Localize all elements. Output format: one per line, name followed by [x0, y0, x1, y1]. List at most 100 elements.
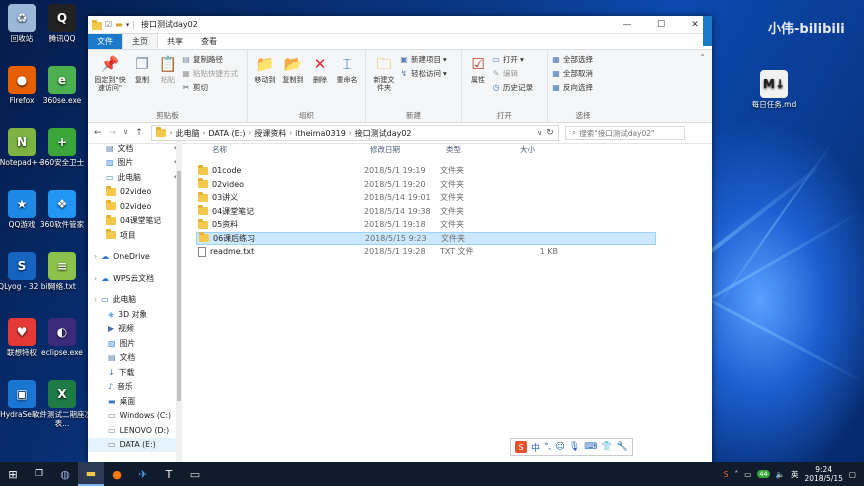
keyboard-icon[interactable]: ⌨ [584, 442, 597, 452]
nav-item[interactable]: ♪ 音乐 [88, 380, 182, 395]
collapse-ribbon-icon[interactable]: ⌃ [699, 53, 706, 62]
copy-path-button[interactable]: ▤ 复制路径 [181, 54, 238, 65]
ime-mode-toggle[interactable]: 中 [531, 441, 540, 454]
nav-item[interactable]: › ▭ 此电脑 [88, 293, 182, 308]
nav-item[interactable]: ▬ 桌面 [88, 394, 182, 409]
taskbar-typora-icon[interactable]: T [156, 462, 182, 486]
desktop-icon-eclipse[interactable]: ◐ eclipse.exe [32, 318, 92, 357]
taskbar-sogou-icon[interactable]: ◍ [52, 462, 78, 486]
desktop-icon-qq[interactable]: Q 腾讯QQ [32, 4, 92, 43]
title-bar[interactable]: ☑ ▬ ▾ | 接口测试day02 — ☐ ✕ [88, 16, 712, 34]
nav-item[interactable]: ▨图片✦ [88, 156, 182, 171]
dropdown-icon[interactable]: ▾ [126, 21, 130, 29]
notification-icon[interactable]: ▢ [849, 470, 856, 479]
breadcrumb-data-e[interactable]: DATA (E:) [205, 129, 248, 138]
nav-item[interactable]: ▭ Windows (C:) [88, 409, 182, 424]
tab-file[interactable]: 文件 [88, 34, 122, 49]
chevron-right-icon[interactable]: › [94, 274, 97, 283]
breadcrumb-this-pc[interactable]: 此电脑 [173, 128, 203, 139]
up-arrow-icon[interactable]: ↑ [135, 128, 143, 138]
search-input[interactable]: ⌕ 搜索"接口测试day02" [564, 126, 685, 140]
desktop-icon-mdfile[interactable]: M↓ 每日任务.md [744, 70, 804, 109]
tools-icon[interactable]: 🔧 [616, 442, 627, 452]
nav-item[interactable]: 04课堂笔记 [88, 214, 182, 229]
tab-home[interactable]: 主页 [122, 33, 158, 49]
refresh-icon[interactable]: ↻ [546, 128, 554, 138]
taskbar-terminal-icon[interactable]: ▭ [182, 462, 208, 486]
skin-icon[interactable]: 👕 [601, 442, 612, 452]
address-path[interactable]: › 此电脑 › DATA (E:) › 授课资料 › itheima0319 ›… [150, 125, 559, 141]
breadcrumb-current[interactable]: 接口测试day02 [352, 128, 415, 139]
back-arrow-icon[interactable]: ← [94, 128, 102, 138]
nav-scroll-thumb[interactable] [177, 171, 181, 401]
paste-shortcut-button[interactable]: ▦ 粘贴快捷方式 [181, 68, 238, 79]
tray-network-icon[interactable]: ▭ [744, 470, 751, 479]
column-type[interactable]: 类型 [446, 144, 461, 155]
forward-arrow-icon[interactable]: → [109, 128, 117, 138]
nav-item[interactable]: ↓ 下载 [88, 365, 182, 380]
nav-item[interactable]: ◈ 3D 对象 [88, 307, 182, 322]
file-row[interactable]: readme.txt 2018/5/1 19:28 TXT 文件 1 KB [196, 245, 656, 258]
breadcrumb-itheima[interactable]: itheima0319 [292, 129, 349, 138]
desktop-icon-soft360[interactable]: ❖ 360软件管家 [32, 190, 92, 229]
open-button[interactable]: ▭ 打开 ▾ [491, 54, 533, 65]
taskbar-feiq-icon[interactable]: ✈ [130, 462, 156, 486]
file-row[interactable]: 06课后练习 2018/5/15 9:23 文件夹 [196, 231, 656, 245]
nav-item[interactable]: ▭此电脑✦ [88, 170, 182, 185]
clock[interactable]: 9:24 2018/5/15 [804, 465, 842, 483]
tab-view[interactable]: 查看 [192, 34, 226, 49]
invert-selection-button[interactable]: ▦ 反向选择 [551, 82, 593, 93]
voice-icon[interactable]: 🎙 [569, 442, 580, 452]
tray-badge[interactable]: 44 [757, 470, 770, 478]
nav-item[interactable]: 项目 [88, 228, 182, 243]
file-row[interactable]: 03讲义 2018/5/14 19:01 文件夹 [196, 191, 656, 204]
tray-volume-icon[interactable]: 🔈 [776, 470, 785, 479]
file-row[interactable]: 04课堂笔记 2018/5/14 19:38 文件夹 [196, 205, 656, 218]
chevron-right-icon[interactable]: › [94, 295, 97, 304]
edit-button[interactable]: ✎ 编辑 [491, 68, 533, 79]
column-date[interactable]: 修改日期 [370, 144, 400, 155]
file-row[interactable]: 01code 2018/5/1 19:19 文件夹 [196, 164, 656, 177]
select-none-button[interactable]: ▦ 全部取消 [551, 68, 593, 79]
minimize-icon[interactable]: — [610, 16, 644, 33]
column-size[interactable]: 大小 [520, 144, 535, 155]
emoji-icon[interactable]: ☺ [555, 442, 564, 452]
select-all-button[interactable]: ▦ 全部选择 [551, 54, 593, 65]
nav-item[interactable]: › ☁ WPS云文档 [88, 271, 182, 286]
start-windows-icon[interactable]: ⊞ [0, 462, 26, 486]
cut-button[interactable]: ✂ 剪切 [181, 82, 238, 93]
nav-item[interactable]: ▭ DATA (E:) [88, 437, 182, 452]
easy-access-button[interactable]: ↯ 轻松访问 ▾ [399, 68, 447, 79]
tray-sogou-icon[interactable]: S [724, 470, 729, 479]
task-view-icon[interactable]: ❐ [26, 462, 52, 486]
new-folder-quick-icon[interactable]: ▬ [115, 20, 123, 29]
taskbar-file-explorer-icon[interactable]: ▬ [78, 462, 104, 486]
maximize-icon[interactable]: ☐ [644, 16, 678, 33]
nav-item[interactable]: ▶ 视频 [88, 322, 182, 337]
desktop-icon-excel[interactable]: X 软件测试二期座次表... [32, 380, 92, 428]
desktop-icon-wangluo[interactable]: ≡ 网络.txt [32, 252, 92, 291]
file-row[interactable]: 02video 2018/5/1 19:20 文件夹 [196, 178, 656, 191]
address-dropdown-icon[interactable]: ∨ [537, 129, 542, 137]
history-button[interactable]: ◷ 历史记录 [491, 82, 534, 93]
file-row[interactable]: 05资料 2018/5/1 19:18 文件夹 [196, 218, 656, 231]
taskbar-firefox-icon[interactable]: ● [104, 462, 130, 486]
punctuation-icon[interactable]: °, [544, 442, 551, 452]
tray-ime-icon[interactable]: 英 [791, 469, 799, 480]
nav-item[interactable]: 02video [88, 199, 182, 214]
desktop-icon-se360[interactable]: e 360se.exe [32, 66, 92, 105]
nav-item[interactable]: › ☁ OneDrive [88, 250, 182, 265]
tray-chevron-up-icon[interactable]: ˄ [734, 470, 738, 479]
new-item-button[interactable]: ▣ 新建项目 ▾ [399, 54, 447, 65]
properties-quick-icon[interactable]: ☑ [105, 20, 112, 29]
chevron-right-icon[interactable]: › [94, 252, 97, 261]
tab-share[interactable]: 共享 [158, 34, 192, 49]
nav-item[interactable]: ▭ LENOVO (D:) [88, 423, 182, 438]
recent-dropdown-icon[interactable]: ∨ [123, 128, 128, 138]
nav-item[interactable]: ▤文档✦ [88, 141, 182, 156]
nav-item[interactable]: 02video [88, 185, 182, 200]
input-method-toolbar[interactable]: S 中 °, ☺ 🎙 ⌨ 👕 🔧 [510, 438, 633, 456]
nav-item[interactable]: ▨ 图片 [88, 336, 182, 351]
nav-item[interactable]: ▤ 文档 [88, 351, 182, 366]
column-name[interactable]: 名称 [212, 144, 227, 155]
